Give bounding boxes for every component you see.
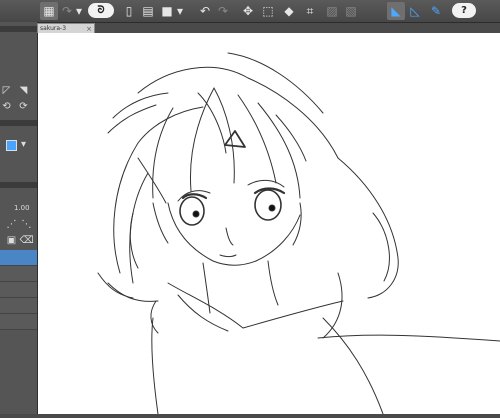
sketch-drawing: [97, 52, 500, 415]
ruler-icon[interactable]: ◣: [387, 2, 405, 20]
tool-icon[interactable]: ◥: [17, 84, 30, 97]
select-icon[interactable]: ⬚: [259, 2, 277, 20]
drawing-canvas[interactable]: [38, 33, 500, 415]
tool-icon[interactable]: ⋱: [20, 218, 33, 231]
layer-row[interactable]: [0, 314, 37, 330]
layer-row[interactable]: [0, 266, 37, 282]
main-toolbar: ▦ ↷ ▾ ᘐ ▯ ▤ ■ ▾ ↶ ↷ ✥ ⬚ ◆ ⌗ ▨ ▧ ◣ ◺ ✎ ?: [0, 0, 500, 23]
panel-divider: [0, 120, 37, 126]
new-file-icon[interactable]: ▯: [120, 2, 138, 20]
crop-icon[interactable]: ⌗: [301, 2, 319, 20]
layer-row[interactable]: [0, 298, 37, 314]
layer-row[interactable]: [0, 282, 37, 298]
panel-header: [0, 26, 37, 32]
tool-icon[interactable]: ◸: [0, 84, 13, 97]
clear-icon[interactable]: ▨: [323, 2, 341, 20]
tool-icon[interactable]: ⟲: [0, 100, 13, 113]
tool-icon[interactable]: ⟳: [17, 100, 30, 113]
dropdown-icon[interactable]: ▾: [73, 2, 85, 20]
document-tab[interactable]: sakura-3 ×: [37, 23, 95, 33]
brand-icon[interactable]: ᘐ: [88, 3, 114, 18]
ruler-guide-icon[interactable]: ◺: [406, 2, 424, 20]
layer-row[interactable]: [0, 250, 37, 266]
brush-size-value: 1.00: [14, 204, 30, 212]
layout-icon[interactable]: ▦: [40, 2, 58, 20]
color-swatch[interactable]: [6, 140, 17, 151]
panel-divider: [0, 182, 37, 188]
pen-icon[interactable]: ✎: [427, 2, 445, 20]
tool-icon[interactable]: ⋰: [5, 218, 18, 231]
help-icon[interactable]: ?: [452, 3, 476, 18]
deselect-icon[interactable]: ▧: [342, 2, 360, 20]
trash-icon[interactable]: ⌫: [19, 234, 33, 247]
open-file-icon[interactable]: ▤: [139, 2, 157, 20]
transform-icon[interactable]: ✥: [239, 2, 257, 20]
left-panel: ◸ ◥ ⟲ ⟳ ▾ 1.00 ⋰ ⋱ ▣ ⌫: [0, 22, 38, 414]
document-tab-title: sakura-3: [40, 25, 67, 32]
chevron-down-icon[interactable]: ▾: [17, 138, 30, 151]
fill-icon[interactable]: ◆: [280, 2, 298, 20]
layer-icon[interactable]: ▣: [5, 234, 18, 247]
undo-icon[interactable]: ↶: [196, 2, 214, 20]
save-dropdown-icon[interactable]: ▾: [174, 2, 186, 20]
redo-arrow-icon[interactable]: ↷: [214, 2, 232, 20]
